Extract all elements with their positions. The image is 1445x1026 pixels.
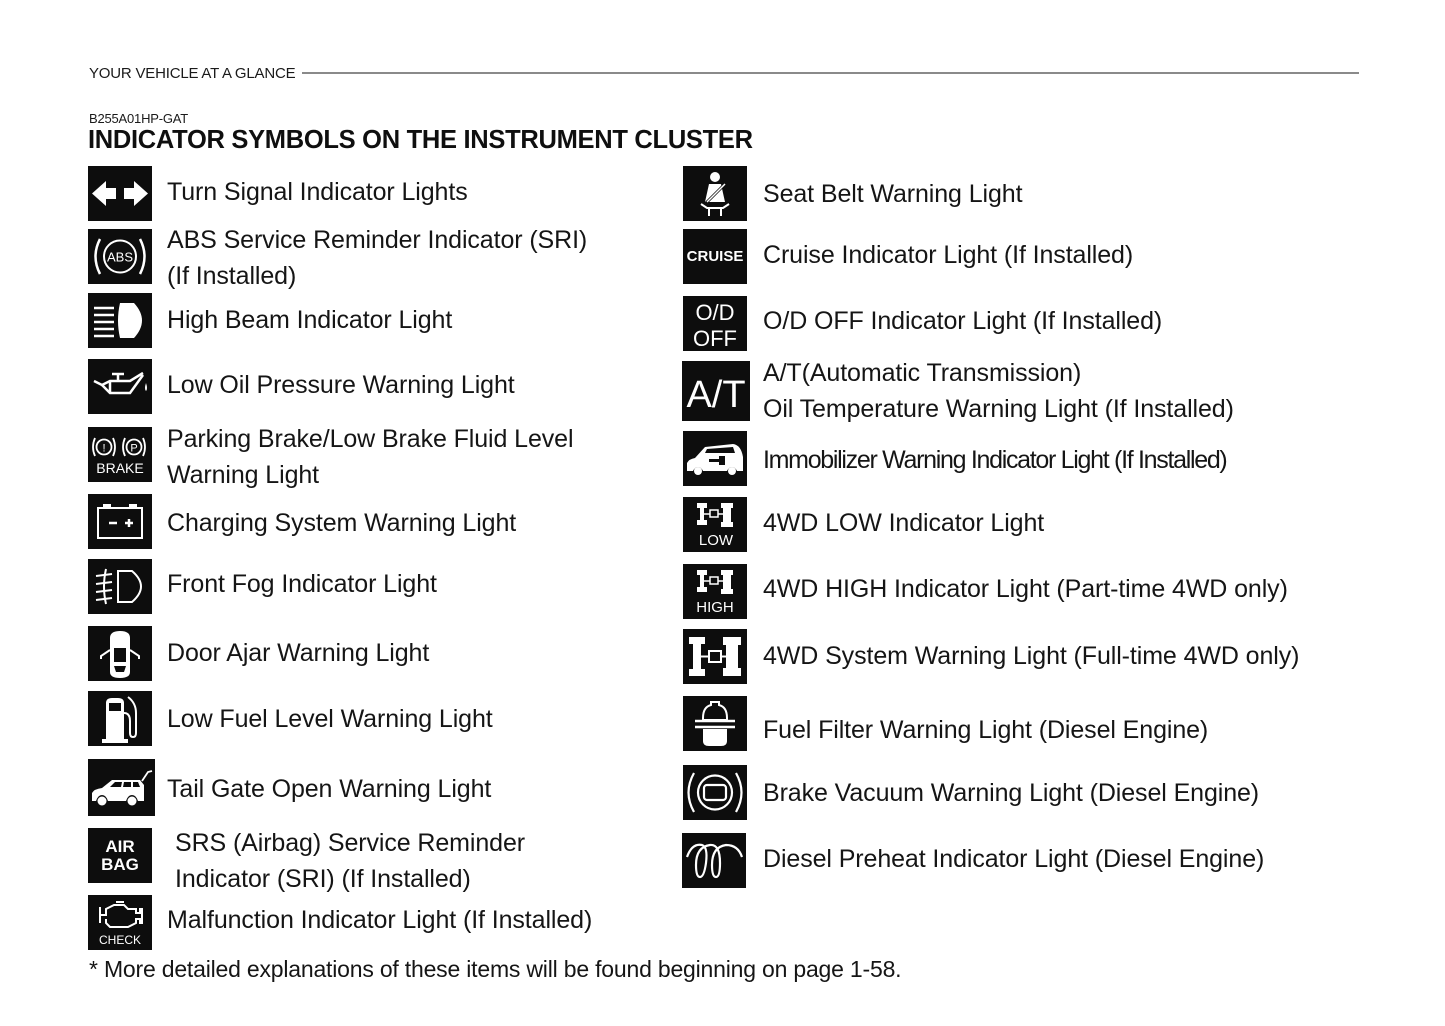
brake-vacuum-label: Brake Vacuum Warning Light (Diesel Engin…	[763, 779, 1260, 807]
door-ajar-label: Door Ajar Warning Light	[167, 639, 430, 667]
4wd-high-icon: HIGH	[683, 564, 747, 619]
4wd-high-icon-text: HIGH	[696, 599, 734, 616]
4wd-high-label: 4WD HIGH Indicator Light (Part-time 4WD …	[763, 575, 1288, 603]
svg-text:!: !	[102, 443, 105, 455]
abs-icon: ABS	[88, 229, 152, 284]
abs-icon-text: ABS	[107, 250, 133, 265]
turn-signal-label: Turn Signal Indicator Lights	[167, 178, 468, 206]
diesel-preheat-icon	[682, 833, 746, 888]
4wd-low-icon: LOW	[683, 497, 747, 552]
tail-gate-label: Tail Gate Open Warning Light	[167, 775, 492, 803]
airbag-icon-text-2: BAG	[101, 855, 139, 874]
front-fog-icon	[88, 559, 152, 614]
brake-icon-text: BRAKE	[96, 460, 143, 476]
immobilizer-label: Immobilizer Warning Indicator Light (If …	[763, 446, 1228, 474]
at-label-line1: A/T(Automatic Transmission)	[763, 359, 1082, 387]
airbag-label-line2: Indicator (SRI) (If Installed)	[175, 865, 471, 893]
seat-belt-label: Seat Belt Warning Light	[763, 180, 1023, 208]
door-ajar-icon	[88, 626, 152, 681]
check-engine-icon: CHECK	[88, 895, 152, 950]
4wd-low-icon-text: LOW	[699, 532, 734, 549]
charging-label: Charging System Warning Light	[167, 509, 517, 537]
brake-label-line1: Parking Brake/Low Brake Fluid Level	[167, 425, 574, 453]
airbag-icon: AIR BAG	[88, 828, 152, 883]
battery-icon	[88, 494, 152, 549]
high-beam-label: High Beam Indicator Light	[167, 306, 453, 334]
malfunction-label: Malfunction Indicator Light (If Installe…	[167, 906, 593, 934]
airbag-icon-text-1: AIR	[105, 837, 134, 856]
abs-label-line2: (If Installed)	[167, 262, 297, 290]
od-off-icon: O/D OFF	[683, 296, 747, 351]
od-icon-text-2: OFF	[693, 326, 737, 351]
cruise-icon-text: CRUISE	[687, 248, 744, 265]
svg-text:P: P	[130, 443, 137, 455]
fuel-filter-label: Fuel Filter Warning Light (Diesel Engine…	[763, 716, 1209, 744]
oil-can-icon	[88, 359, 152, 414]
page-title: INDICATOR SYMBOLS ON THE INSTRUMENT CLUS…	[88, 126, 753, 154]
cruise-label: Cruise Indicator Light (If Installed)	[763, 241, 1134, 269]
seat-belt-icon	[683, 166, 747, 221]
at-label-line2: Oil Temperature Warning Light (If Instal…	[763, 395, 1234, 423]
4wd-system-icon	[683, 629, 747, 684]
fuel-pump-icon	[88, 691, 152, 746]
4wd-system-label: 4WD System Warning Light (Full-time 4WD …	[763, 642, 1300, 670]
immobilizer-icon	[683, 431, 747, 486]
tail-gate-icon	[88, 759, 155, 816]
turn-signal-icon	[88, 166, 152, 221]
diesel-preheat-label: Diesel Preheat Indicator Light (Diesel E…	[763, 845, 1265, 873]
low-fuel-label: Low Fuel Level Warning Light	[167, 705, 493, 733]
cruise-icon: CRUISE	[683, 229, 747, 284]
at-icon-text: A/T	[686, 374, 745, 416]
4wd-low-label: 4WD LOW Indicator Light	[763, 509, 1045, 537]
brake-vacuum-icon	[683, 765, 747, 820]
check-icon-text: CHECK	[99, 933, 141, 947]
oil-pressure-label: Low Oil Pressure Warning Light	[167, 371, 515, 399]
airbag-label-line1: SRS (Airbag) Service Reminder	[175, 829, 525, 857]
brake-label-line2: Warning Light	[167, 461, 320, 489]
fuel-filter-icon	[683, 696, 747, 751]
document-code: B255A01HP-GAT	[89, 111, 189, 126]
header-rule	[302, 72, 1359, 74]
od-off-label: O/D OFF Indicator Light (If Installed)	[763, 307, 1163, 335]
front-fog-label: Front Fog Indicator Light	[167, 570, 437, 598]
od-icon-text-1: O/D	[695, 300, 734, 325]
running-header: YOUR VEHICLE AT A GLANCE	[89, 62, 1359, 84]
at-icon: A/T	[682, 361, 750, 421]
brake-icon: ! P BRAKE	[88, 427, 152, 482]
section-title: YOUR VEHICLE AT A GLANCE	[89, 64, 296, 82]
high-beam-icon	[88, 293, 152, 348]
abs-label-line1: ABS Service Reminder Indicator (SRI)	[167, 226, 588, 254]
footnote: * More detailed explanations of these it…	[89, 956, 902, 982]
